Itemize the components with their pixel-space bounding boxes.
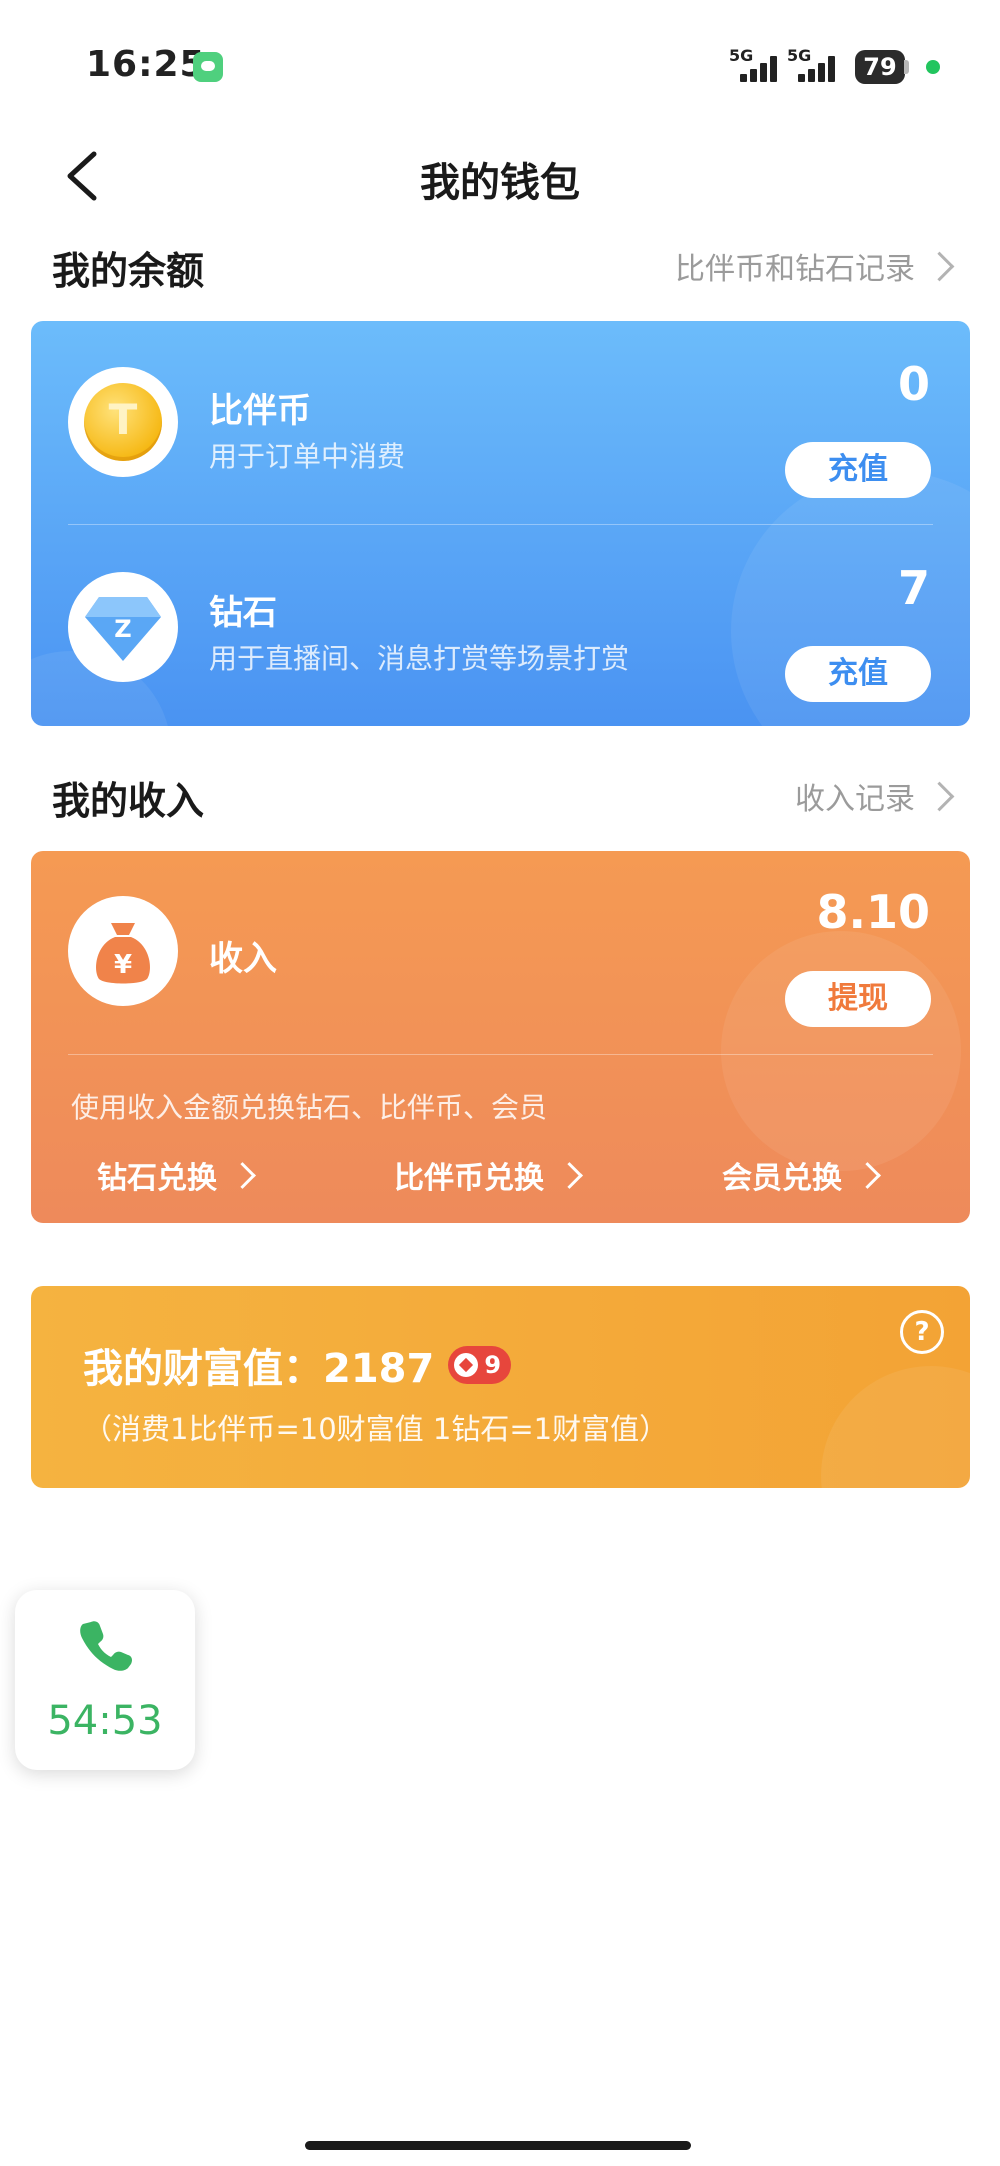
- wealth-level-badge: 9: [448, 1346, 512, 1384]
- home-indicator[interactable]: [305, 2141, 691, 2150]
- divider: [68, 1054, 933, 1055]
- diamond-recharge-button[interactable]: 充值: [785, 646, 931, 702]
- diamond-label: 钻石: [209, 593, 277, 633]
- coin-exchange-link[interactable]: 比伴币兑换: [394, 1153, 583, 1197]
- diamond-exchange-label: 钻石兑换: [97, 1161, 217, 1196]
- balance-records-label: 比伴币和钻石记录: [675, 252, 915, 287]
- diamond-balance: 7: [897, 561, 930, 615]
- income-records-label: 收入记录: [795, 782, 915, 817]
- chevron-right-icon: [924, 781, 955, 811]
- income-label: 收入: [209, 939, 277, 979]
- signal-icon: [734, 54, 782, 82]
- signal-icon-2: [792, 54, 840, 82]
- wealth-level: 9: [484, 1351, 502, 1379]
- call-float-widget[interactable]: 54:53: [15, 1590, 195, 1770]
- wealth-title: 我的财富值：2187: [83, 1346, 435, 1392]
- chevron-right-icon: [924, 251, 955, 281]
- money-bag-icon: ¥: [96, 923, 150, 984]
- status-dot-icon: [926, 60, 940, 74]
- page-title: 我的钱包: [420, 160, 580, 206]
- decor-circle: [821, 1366, 970, 1488]
- income-records-link[interactable]: 收入记录: [795, 774, 955, 818]
- wealth-subtitle: （消费1比伴币=10财富值 1钻石=1财富值）: [83, 1412, 669, 1446]
- help-icon[interactable]: ?: [900, 1310, 944, 1354]
- chat-app-icon: [193, 52, 223, 82]
- level-gem-icon: [454, 1353, 479, 1377]
- coin-balance: 0: [897, 357, 930, 411]
- status-time: 16:25: [86, 44, 206, 85]
- call-duration: 54:53: [47, 1698, 163, 1744]
- svg-text:Z: Z: [114, 615, 131, 643]
- balance-card: 比伴币 用于订单中消费 0 充值 Z 钻石 用于直播间、消息打赏等场景打赏 7 …: [31, 321, 970, 726]
- wealth-title-row: 我的财富值：2187 9: [83, 1336, 512, 1394]
- coin-label: 比伴币: [209, 391, 311, 431]
- balance-section-title: 我的余额: [52, 249, 205, 293]
- diamond-icon: Z: [85, 597, 161, 661]
- income-note: 使用收入金额兑换钻石、比伴币、会员: [71, 1091, 548, 1124]
- divider: [68, 524, 933, 525]
- battery-tip: [904, 60, 909, 74]
- decor-circle: [721, 931, 961, 1171]
- coin-desc: 用于订单中消费: [209, 440, 406, 473]
- coin-exchange-label: 比伴币兑换: [394, 1161, 544, 1196]
- svg-text:¥: ¥: [114, 950, 132, 980]
- coin-icon: [84, 383, 162, 461]
- member-exchange-label: 会员兑换: [722, 1161, 842, 1196]
- chevron-right-icon: [229, 1161, 256, 1189]
- phone-icon: [80, 1621, 132, 1671]
- balance-records-link[interactable]: 比伴币和钻石记录: [675, 244, 955, 288]
- coin-recharge-button[interactable]: 充值: [785, 442, 931, 498]
- diamond-exchange-link[interactable]: 钻石兑换: [97, 1153, 256, 1197]
- member-exchange-link[interactable]: 会员兑换: [722, 1153, 881, 1197]
- wealth-card[interactable]: 我的财富值：2187 9 （消费1比伴币=10财富值 1钻石=1财富值） ?: [31, 1286, 970, 1488]
- money-bag-icon-wrap: ¥: [68, 896, 178, 1006]
- battery-icon: 79: [855, 50, 905, 84]
- diamond-desc: 用于直播间、消息打赏等场景打赏: [209, 642, 630, 675]
- chevron-right-icon: [556, 1161, 583, 1189]
- withdraw-button[interactable]: 提现: [785, 971, 931, 1027]
- income-value: 8.10: [816, 885, 931, 939]
- chevron-right-icon: [854, 1161, 881, 1189]
- diamond-icon-wrap: Z: [68, 572, 178, 682]
- coin-icon-wrap: [68, 367, 178, 477]
- income-section-title: 我的收入: [52, 779, 205, 823]
- income-card: ¥ 收入 8.10 提现 使用收入金额兑换钻石、比伴币、会员 钻石兑换 比伴币兑…: [31, 851, 970, 1223]
